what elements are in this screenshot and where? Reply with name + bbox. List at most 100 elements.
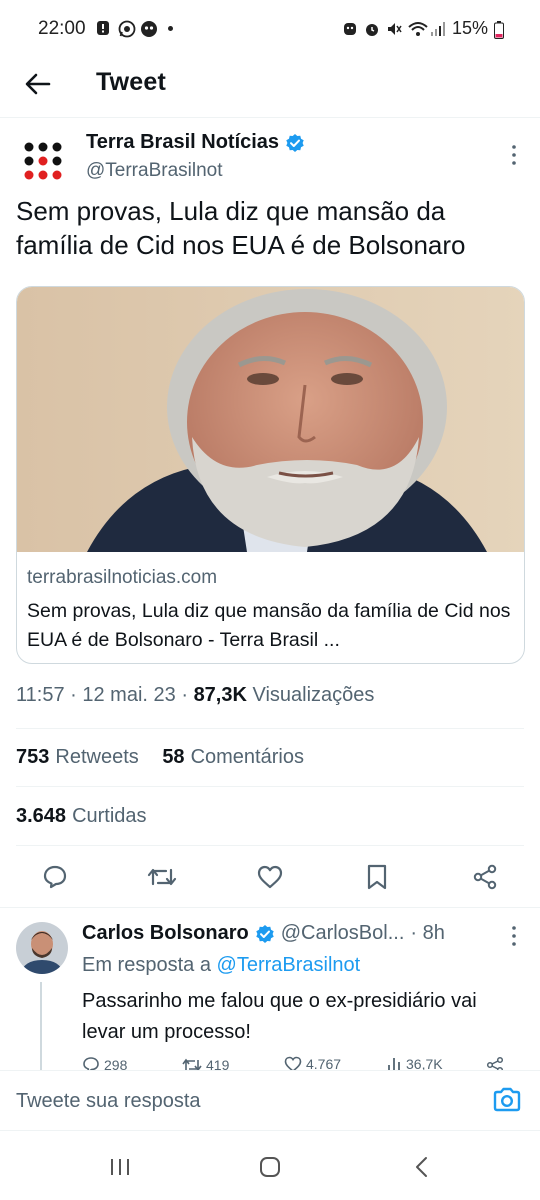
retweets-count: 753 [16, 746, 50, 768]
status-bar: 22:00 15% [0, 0, 540, 60]
author-name-row[interactable]: Terra Brasil Notícias [86, 131, 305, 154]
meta-separator: · [70, 684, 77, 706]
in-reply-to: Em resposta a @TerraBrasilnot [82, 954, 360, 977]
reply-likes-count: 4.767 [306, 1056, 342, 1070]
engagement-stats: 753 Retweets 58 Comentários [16, 746, 322, 769]
bookmark-icon [367, 864, 387, 890]
status-right: 15% [342, 18, 504, 39]
meta-separator: · [181, 684, 188, 706]
tweet-text: Sem provas, Lula diz que mansão da famíl… [16, 196, 466, 260]
status-time: 22:00 [38, 18, 86, 39]
retweet-icon [147, 868, 177, 886]
camera-button[interactable] [492, 1086, 522, 1116]
recents-button[interactable] [105, 1155, 135, 1179]
home-button[interactable] [255, 1155, 285, 1179]
system-back-button[interactable] [406, 1155, 436, 1179]
card-title: Sem provas, Lula diz que mansão da famíl… [27, 600, 511, 651]
wifi-icon [408, 21, 428, 37]
likes-count: 3.648 [16, 805, 67, 827]
heart-icon [284, 1056, 302, 1070]
chevron-left-icon [416, 1157, 427, 1177]
tweet-date: 12 mai. 23 [82, 684, 176, 706]
share-icon [486, 1056, 504, 1070]
reply-retweet-button[interactable]: 419 [182, 1056, 229, 1070]
comments-label: Comentários [190, 746, 304, 768]
reply-more-options-button[interactable] [508, 924, 520, 948]
tweet-time: 11:57 [16, 684, 65, 706]
comments-stat[interactable]: 58 Comentários [162, 746, 304, 769]
recents-icon [111, 1159, 129, 1175]
bookmark-button[interactable] [360, 860, 394, 894]
camera-icon [493, 1087, 521, 1112]
reply-views-button[interactable]: 36,7K [386, 1056, 443, 1070]
tweet-meta: 11:57 · 12 mai. 23 · 87,3K Visualizações [16, 684, 374, 707]
verified-badge-icon [256, 924, 274, 943]
status-left-icons [96, 20, 173, 38]
app-icon [140, 20, 157, 37]
top-app-bar: Tweet [0, 60, 540, 118]
page-title: Tweet [96, 68, 166, 96]
system-nav-bar [0, 1130, 540, 1200]
battery-icon [494, 20, 504, 39]
comments-count: 58 [162, 746, 185, 768]
signal-icon [430, 21, 446, 37]
reply-views-count: 36,7K [406, 1056, 443, 1070]
reply-author-handle[interactable]: @CarlosBol... [281, 922, 405, 945]
author-name: Terra Brasil Notícias [86, 131, 280, 153]
more-vertical-icon [512, 926, 516, 946]
reply-author-name[interactable]: Carlos Bolsonaro [82, 922, 249, 945]
reply-replies-count: 298 [104, 1057, 128, 1070]
more-vertical-icon [512, 145, 516, 165]
reply-time: · 8h [410, 922, 445, 944]
thread-line [40, 982, 42, 1070]
back-button[interactable] [22, 68, 54, 100]
article-photo [17, 287, 524, 552]
back-arrow-icon [25, 73, 51, 95]
reply-actions: 298 419 4.767 36,7K [82, 1056, 522, 1070]
reply-compose-bar [0, 1070, 540, 1130]
divider [16, 786, 524, 787]
heart-icon [257, 865, 283, 889]
likes-stat[interactable]: 3.648 Curtidas [16, 805, 147, 828]
alert-icon [96, 20, 112, 36]
reply-button[interactable] [38, 860, 72, 894]
notification-dot-icon [168, 25, 173, 31]
retweets-label: Retweets [55, 746, 139, 768]
card-domain: terrabrasilnoticias.com [27, 567, 218, 588]
retweet-button[interactable] [145, 860, 179, 894]
terra-brasil-logo[interactable] [22, 140, 64, 182]
whatsapp-icon [118, 20, 136, 38]
views-icon [388, 1058, 400, 1070]
retweet-icon [182, 1058, 202, 1070]
tweet-actions [0, 846, 540, 908]
link-preview-card[interactable]: terrabrasilnoticias.com Sem provas, Lula… [16, 286, 525, 664]
author-handle[interactable]: @TerraBrasilnot [86, 160, 223, 182]
reply-input[interactable] [16, 1081, 476, 1121]
reply-retweets-count: 419 [206, 1057, 230, 1070]
tweet-author: Terra Brasil Notícias @TerraBrasilnot [0, 118, 540, 190]
retweets-stat[interactable]: 753 Retweets [16, 746, 139, 769]
likes-label: Curtidas [72, 805, 147, 827]
reply-share-button[interactable] [486, 1056, 504, 1070]
face-icon [342, 21, 358, 37]
like-button[interactable] [253, 860, 287, 894]
reply-tweet[interactable]: Carlos Bolsonaro @CarlosBol... · 8h Em r… [0, 908, 540, 1070]
reply-reply-button[interactable]: 298 [82, 1056, 127, 1070]
views-label: Visualizações [252, 684, 375, 706]
reply-icon [43, 865, 67, 889]
in-reply-mention[interactable]: @TerraBrasilnot [217, 954, 361, 976]
share-button[interactable] [468, 860, 502, 894]
likes-stats: 3.648 Curtidas [16, 805, 165, 828]
battery-percent: 15% [451, 18, 488, 38]
reply-text: Passarinho me falou que o ex-presidiário… [82, 990, 477, 1043]
more-options-button[interactable] [508, 142, 520, 168]
home-icon [260, 1157, 280, 1177]
share-icon [473, 864, 497, 890]
alarm-icon [364, 21, 380, 37]
avatar[interactable] [16, 922, 68, 974]
reply-header: Carlos Bolsonaro @CarlosBol... · 8h [82, 922, 522, 945]
mute-icon [386, 21, 402, 37]
reply-icon [83, 1057, 99, 1070]
reply-like-button[interactable]: 4.767 [284, 1056, 341, 1070]
verified-badge-icon [286, 133, 304, 152]
